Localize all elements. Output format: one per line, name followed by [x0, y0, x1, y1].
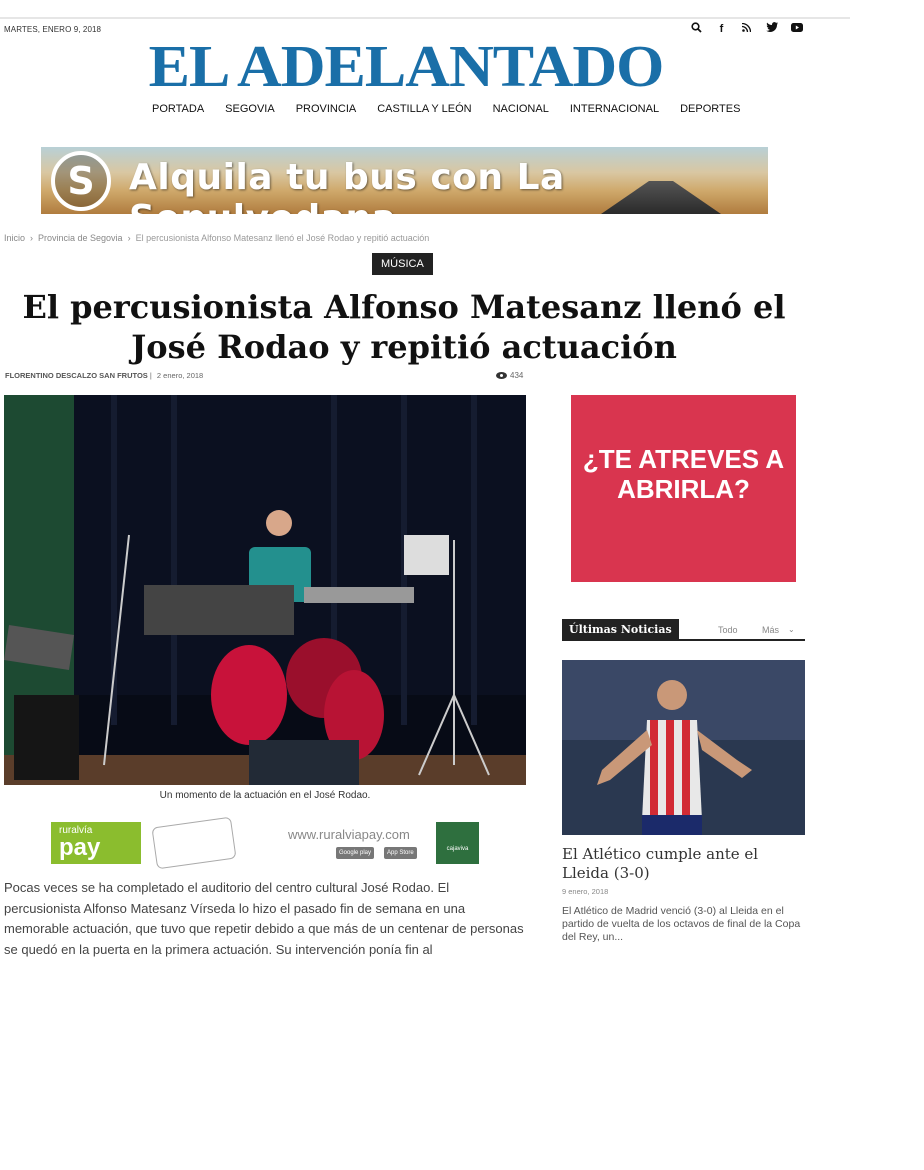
- breadcrumb-provincia[interactable]: Provincia de Segovia: [38, 233, 123, 243]
- byline-separator: |: [149, 371, 152, 380]
- eye-icon: [496, 372, 507, 379]
- news-thumbnail[interactable]: [562, 660, 805, 835]
- author-name[interactable]: FLORENTINO DESCALZO SAN FRUTOS: [5, 371, 148, 380]
- latest-news-header: Últimas Noticias Todo Más ⌄: [562, 619, 805, 641]
- breadcrumb-home[interactable]: Inicio: [4, 233, 25, 243]
- app-store-badge: App Store: [384, 847, 417, 859]
- breadcrumb: Inicio › Provincia de Segovia › El percusion…: [4, 233, 430, 243]
- latest-news-title: Últimas Noticias: [562, 619, 679, 639]
- photo-caption: Un momento de la actuación en el José Ro…: [159, 790, 371, 801]
- brand-big: pay: [59, 834, 101, 861]
- view-count: 434: [496, 371, 523, 380]
- nav-item-castilla-y-leon[interactable]: CASTILLA Y LEÓN: [377, 103, 471, 115]
- nav-item-provincia[interactable]: PROVINCIA: [296, 103, 357, 115]
- search-icon[interactable]: [690, 22, 703, 36]
- breadcrumb-current: El percusionista Alfonso Matesanz llenó …: [135, 233, 430, 243]
- news-title[interactable]: El Atlético cumple ante el Lleida (3-0): [562, 845, 805, 883]
- banner-text: Alquila tu bus con La Sepulvedana: [129, 157, 565, 214]
- youtube-icon[interactable]: [790, 22, 803, 36]
- rss-icon[interactable]: [740, 22, 753, 36]
- nav-item-nacional[interactable]: NACIONAL: [493, 103, 549, 115]
- category-badge[interactable]: MÚSICA: [372, 253, 433, 275]
- nav-item-portada[interactable]: PORTADA: [152, 103, 204, 115]
- tab-todo[interactable]: Todo: [718, 625, 738, 635]
- sidebar-ad[interactable]: ¿TE ATREVES A ABRIRLA?: [571, 395, 796, 582]
- social-icons: f: [690, 22, 803, 36]
- news-date: 9 enero, 2018: [562, 887, 609, 896]
- bus-banner-ad[interactable]: S Alquila tu bus con La Sepulvedana: [41, 147, 768, 214]
- header-date: MARTES, ENERO 9, 2018: [4, 25, 102, 34]
- article-title: El percusionista Alfonso Matesanz llenó …: [22, 288, 786, 366]
- article-date: 2 enero, 2018: [156, 371, 204, 380]
- article-body: Pocas veces se ha completado el auditori…: [4, 880, 524, 957]
- sepulvedana-logo-icon: S: [51, 151, 111, 211]
- facebook-icon[interactable]: f: [715, 22, 728, 36]
- byline: FLORENTINO DESCALZO SAN FRUTOS | 2 enero…: [5, 371, 203, 380]
- view-count-value: 434: [510, 371, 524, 380]
- phones-icon: [151, 816, 237, 870]
- nav-item-segovia[interactable]: SEGOVIA: [225, 103, 275, 115]
- article-photo: [4, 395, 526, 785]
- chevron-down-icon[interactable]: ⌄: [788, 625, 795, 634]
- nav-item-deportes[interactable]: DEPORTES: [680, 103, 740, 115]
- site-logo[interactable]: EL ADELANTADO: [104, 37, 708, 98]
- nav-item-internacional[interactable]: INTERNACIONAL: [570, 103, 659, 115]
- news-excerpt: El Atlético de Madrid venció (3-0) al Ll…: [562, 905, 801, 943]
- ruralvia-pay-logo: ruralvía pay: [51, 822, 141, 864]
- tab-mas[interactable]: Más: [762, 625, 779, 635]
- cajaviva-logo: cajaviva: [436, 822, 479, 864]
- main-nav: PORTADA SEGOVIA PROVINCIA CASTILLA Y LEÓ…: [152, 103, 740, 115]
- google-play-badge: Google play: [336, 847, 375, 859]
- top-rule: [0, 17, 850, 19]
- pay-url: www.ruralviapay.com: [288, 827, 410, 842]
- ruralvia-pay-ad[interactable]: ruralvía pay www.ruralviapay.com Google …: [48, 816, 482, 870]
- twitter-icon[interactable]: [765, 22, 778, 36]
